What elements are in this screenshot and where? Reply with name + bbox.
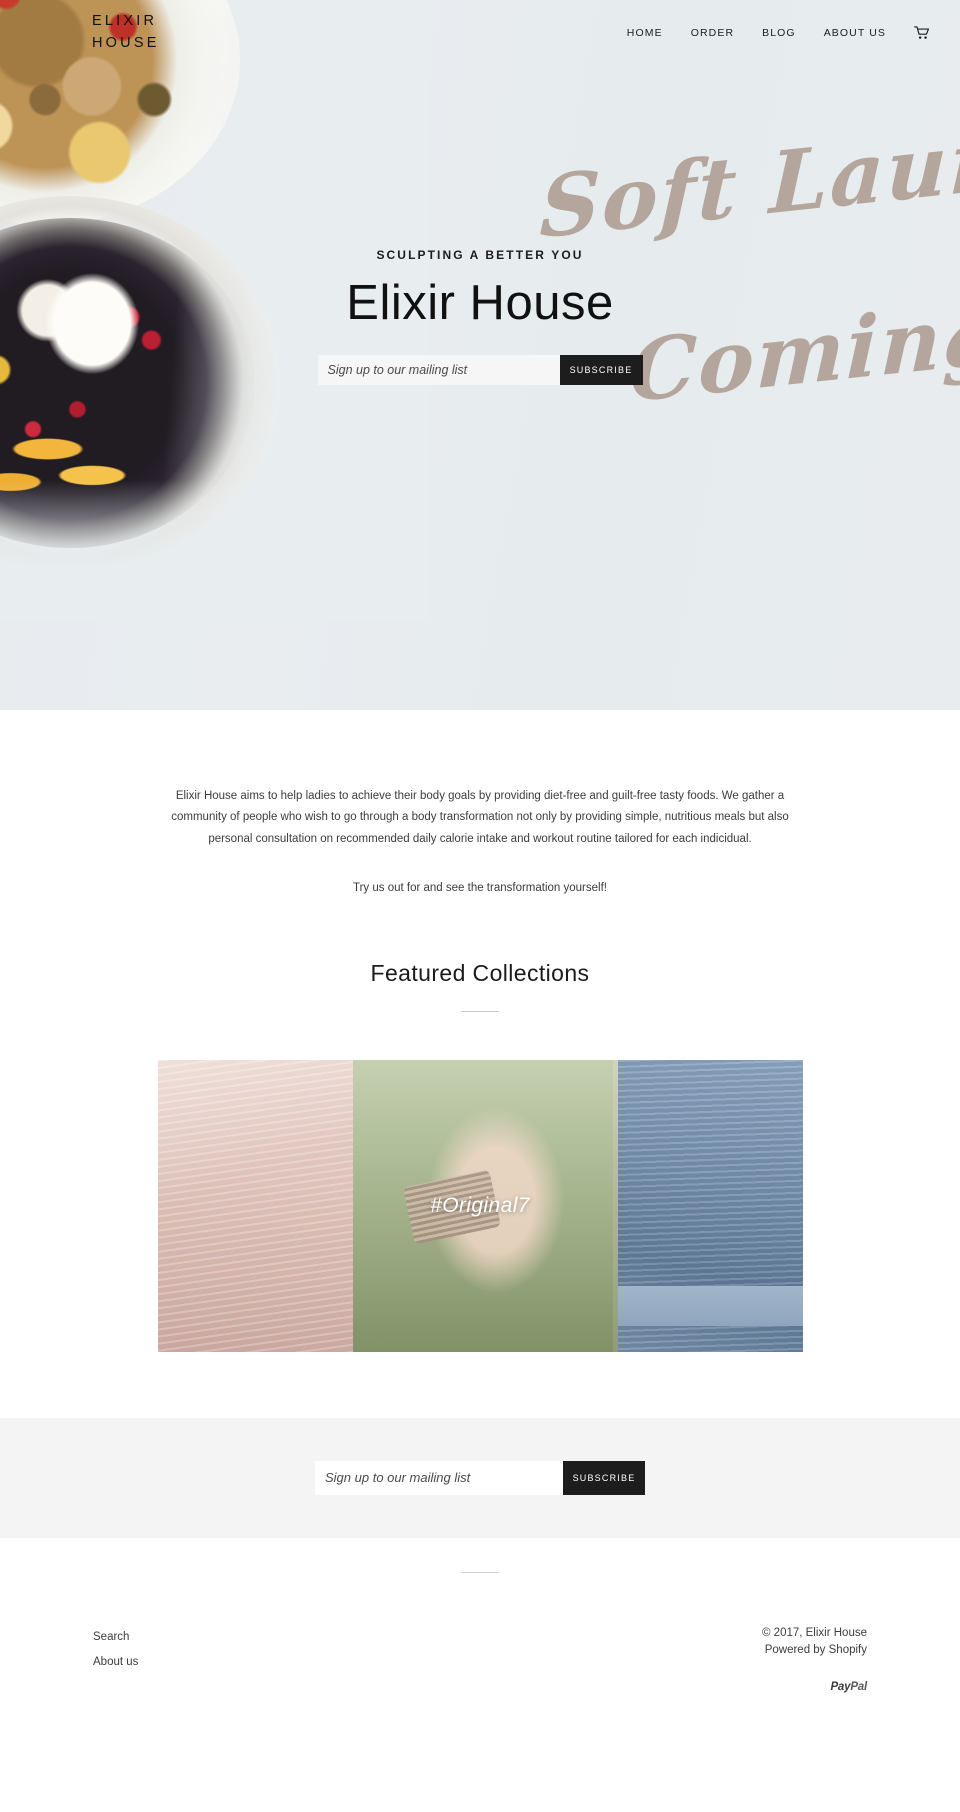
hero-content: SCULPTING A BETTER YOU Elixir House SUBS… (0, 248, 960, 386)
site-footer: Search About us © 2017, Elixir House Pow… (0, 1537, 960, 1731)
about-text-block: Elixir House aims to help ladies to achi… (155, 786, 805, 900)
about-paragraph-2: Try us out for and see the transformatio… (353, 882, 607, 895)
paypal-pal-text: Pal (850, 1681, 867, 1693)
featured-collections-section: Featured Collections #Original7 (0, 899, 960, 1352)
paypal-pay-text: Pay (830, 1681, 851, 1693)
logo-line-1: ELIXIR (92, 13, 158, 29)
section-divider (461, 1010, 499, 1012)
footer-link-about-us[interactable]: About us (93, 1650, 138, 1676)
footer-link-search[interactable]: Search (93, 1625, 138, 1651)
footer-shopify-link[interactable]: Shopify (829, 1644, 867, 1656)
featured-collections-title: Featured Collections (370, 959, 590, 986)
nav-item-blog[interactable]: BLOG (748, 27, 810, 39)
photo-fade-bottom (0, 480, 430, 620)
collection-card-original7[interactable]: #Original7 (157, 1059, 803, 1352)
footer-newsletter-form: SUBSCRIBE (315, 1460, 645, 1495)
about-section: Elixir House aims to help ladies to achi… (0, 710, 960, 900)
footer-newsletter-section: SUBSCRIBE (0, 1417, 960, 1538)
logo-line-2: HOUSE (92, 35, 160, 52)
footer-copyright: © 2017, Elixir House (762, 1626, 867, 1639)
hero-script-line-1: Soft Launch (538, 95, 960, 258)
hero-eyebrow: SCULPTING A BETTER YOU (376, 248, 584, 262)
hero-newsletter-form: SUBSCRIBE (317, 355, 643, 386)
collection-title: #Original7 (430, 1193, 530, 1217)
shopping-cart-icon (914, 26, 930, 39)
main-navigation: HOME ORDER BLOG ABOUT US (613, 26, 938, 40)
site-header: ELIXIR HOUSE HOME ORDER BLOG ABOUT US (0, 0, 960, 66)
nav-item-about-us[interactable]: ABOUT US (810, 27, 900, 39)
footer-subscribe-button[interactable]: SUBSCRIBE (563, 1460, 645, 1495)
nav-item-home[interactable]: HOME (613, 27, 677, 39)
about-paragraph-1: Elixir House aims to help ladies to achi… (171, 790, 789, 845)
footer-email-input[interactable] (315, 1460, 563, 1495)
footer-bottom-spacer (0, 1696, 960, 1730)
footer-powered-prefix: Powered by (764, 1643, 829, 1656)
footer-meta: © 2017, Elixir House Powered by Shopify … (762, 1625, 867, 1697)
footer-links: Search About us (93, 1625, 138, 1697)
cart-button[interactable] (900, 26, 938, 40)
paypal-logo: PayPal (762, 1679, 867, 1696)
hero-title: Elixir House (346, 276, 614, 330)
nav-item-order[interactable]: ORDER (677, 27, 748, 39)
hero-section: Soft Launch Coming SCULPTING A BETTER YO… (0, 0, 960, 710)
footer-powered-by: Powered by Shopify (762, 1642, 867, 1659)
footer-columns: Search About us © 2017, Elixir House Pow… (0, 1573, 960, 1697)
site-logo[interactable]: ELIXIR HOUSE (92, 10, 160, 55)
page-root: Soft Launch Coming SCULPTING A BETTER YO… (0, 0, 960, 1731)
hero-subscribe-button[interactable]: SUBSCRIBE (559, 355, 643, 386)
hero-email-input[interactable] (317, 355, 560, 386)
